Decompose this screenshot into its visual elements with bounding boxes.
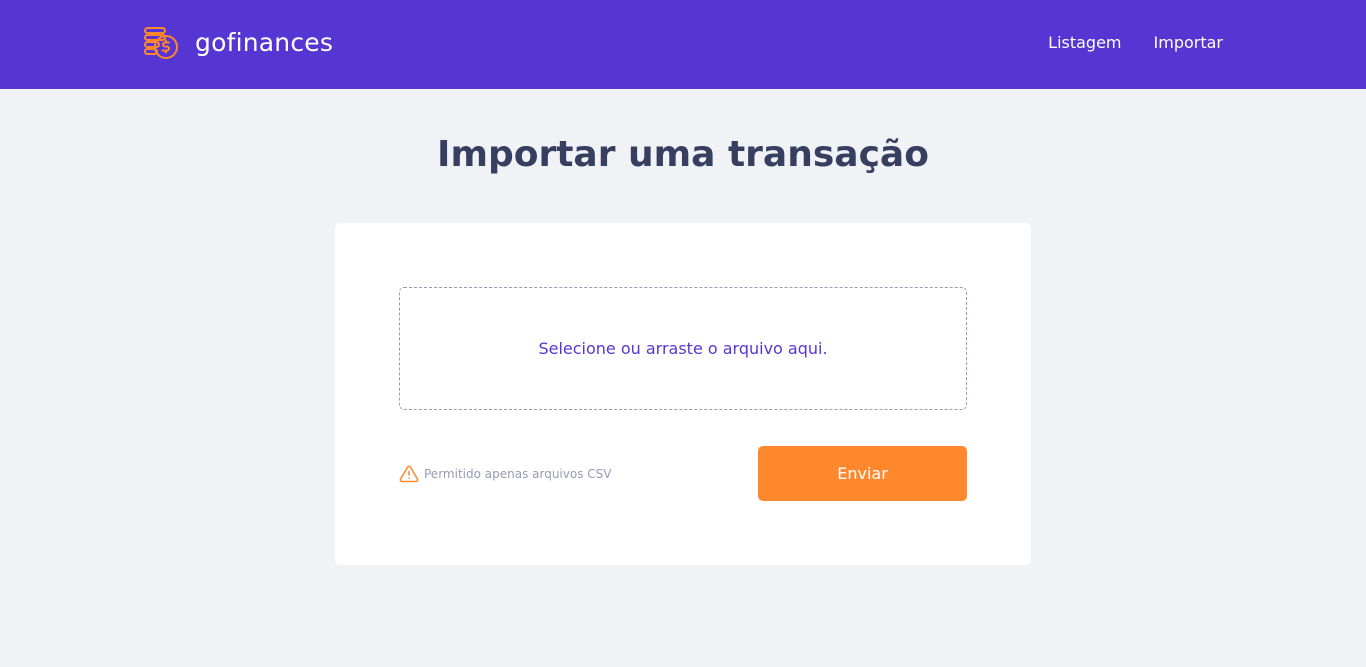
coins-dollar-icon (143, 26, 179, 60)
dropzone-label: Selecione ou arraste o arquivo aqui. (538, 338, 828, 358)
card-footer: Permitido apenas arquivos CSV Enviar (399, 446, 967, 501)
import-card: Selecione ou arraste o arquivo aqui. Per… (335, 223, 1031, 565)
top-header: gofinances Listagem Importar (0, 0, 1366, 89)
file-dropzone[interactable]: Selecione ou arraste o arquivo aqui. (399, 287, 967, 410)
notice-text: Permitido apenas arquivos CSV (424, 466, 612, 481)
nav-link-importar[interactable]: Importar (1154, 32, 1223, 54)
page-title: Importar uma transação (437, 134, 929, 175)
nav-link-listagem[interactable]: Listagem (1048, 32, 1121, 54)
alert-triangle-icon (399, 464, 419, 484)
brand-name: gofinances (195, 28, 334, 57)
csv-notice: Permitido apenas arquivos CSV (399, 464, 611, 484)
send-button[interactable]: Enviar (758, 446, 967, 501)
main-nav: Listagem Importar (1048, 32, 1223, 54)
brand[interactable]: gofinances (143, 26, 333, 60)
